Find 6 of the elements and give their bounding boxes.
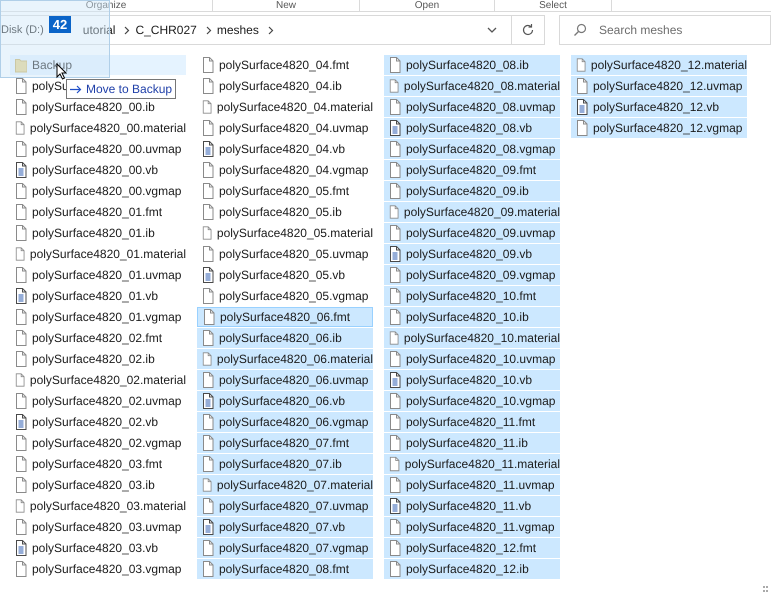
ribbon-group-label: Organize [86, 0, 126, 11]
item-count-badge: 42 [49, 16, 71, 33]
ribbon-group-label: Open [414, 0, 440, 11]
ribbon-group-label: Select [539, 0, 567, 11]
ribbon-group-label: New [276, 0, 296, 11]
tooltip-text: Move to Backup [86, 81, 172, 98]
